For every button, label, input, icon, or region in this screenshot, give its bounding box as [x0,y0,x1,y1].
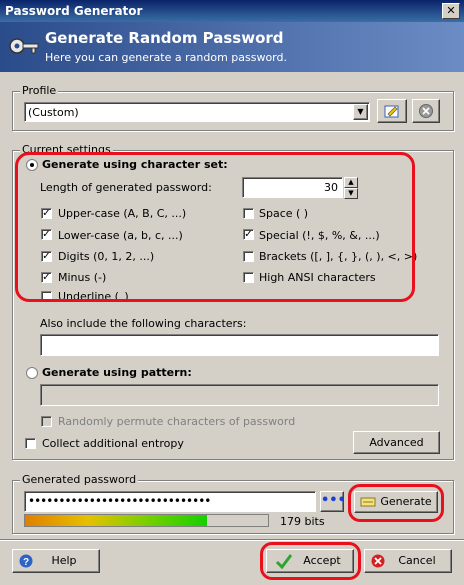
profile-select-value: (Custom) [28,106,79,119]
key-icon [9,38,39,54]
window-title: Password Generator [5,4,143,18]
permute-checkbox[interactable] [41,416,52,427]
cancel-icon [371,554,385,568]
entropy-checkbox[interactable] [25,438,36,449]
show-password-button[interactable]: ••• [320,491,346,512]
pattern-input[interactable] [40,384,439,406]
also-include-input[interactable] [40,334,439,356]
quality-bits-label: 179 bits [280,515,325,528]
generate-highlight [348,484,444,522]
quality-bar [24,514,269,527]
delete-profile-button[interactable] [412,99,440,123]
also-include-label: Also include the following characters: [40,317,247,330]
help-icon: ? [19,554,33,568]
window-titlebar: Password Generator [0,0,464,22]
delete-icon [419,104,433,118]
edit-profile-button[interactable] [377,99,407,123]
accept-highlight [260,542,361,580]
generated-password-label: Generated password [20,473,139,486]
advanced-button[interactable]: Advanced [353,431,440,454]
header-banner: Generate Random Password Here you can ge… [0,22,464,72]
edit-icon [384,105,399,118]
entropy-label: Collect additional entropy [42,437,184,450]
banner-subtitle: Here you can generate a random password. [45,51,287,64]
permute-label: Randomly permute characters of password [58,415,296,428]
cancel-button-label: Cancel [398,554,436,567]
banner-title: Generate Random Password [45,29,284,47]
profile-select[interactable]: (Custom) ▼ [24,102,370,122]
svg-text:?: ? [23,557,29,568]
footer-separator [0,539,464,541]
window-close-button[interactable]: ✕ [442,3,460,19]
profile-group-label: Profile [20,84,59,97]
cancel-button[interactable]: Cancel [364,549,452,573]
help-button[interactable]: ? Help [12,549,100,573]
help-button-label: Help [51,554,77,567]
generated-password-field[interactable]: •••••••••••••••••••••••••••••• [24,491,316,512]
pattern-radio-label[interactable]: Generate using pattern: [42,366,192,379]
quality-bar-fill [25,515,208,526]
pattern-radio[interactable] [26,367,38,379]
chevron-down-icon[interactable]: ▼ [353,104,368,120]
charset-highlight [15,152,415,302]
